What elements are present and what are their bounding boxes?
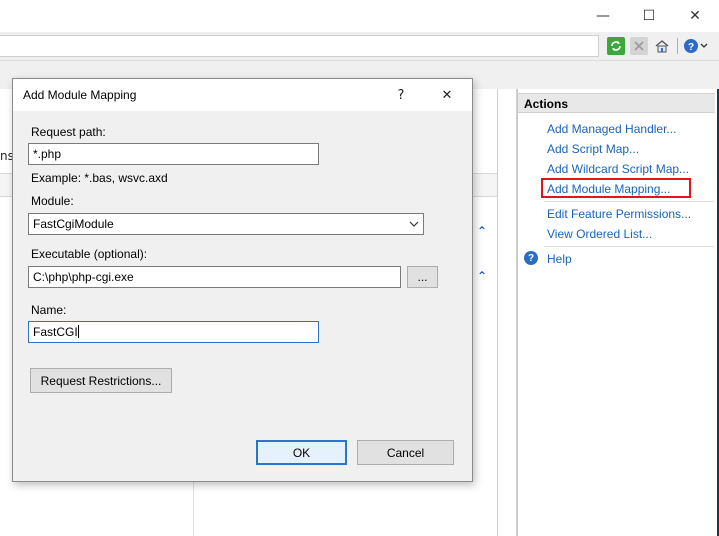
request-path-label: Request path: <box>31 125 106 139</box>
home-icon[interactable] <box>653 37 671 55</box>
executable-label: Executable (optional): <box>31 247 148 261</box>
name-input-value: FastCGI <box>33 325 78 339</box>
stop-icon[interactable] <box>630 37 648 55</box>
actions-header: Actions <box>518 93 715 113</box>
chevron-down-icon <box>409 214 419 242</box>
highlight-box <box>541 178 691 198</box>
request-path-input[interactable]: *.php <box>28 143 319 165</box>
add-managed-handler-link[interactable]: Add Managed Handler... <box>547 122 676 136</box>
close-icon: ✕ <box>689 8 701 24</box>
column-divider <box>193 479 194 536</box>
svg-text:?: ? <box>688 42 694 53</box>
add-script-map-link[interactable]: Add Script Map... <box>547 142 639 156</box>
cancel-button[interactable]: Cancel <box>357 440 454 465</box>
minimize-button[interactable]: — <box>580 0 626 32</box>
refresh-icon[interactable] <box>607 37 625 55</box>
dialog-close-button[interactable]: ✕ <box>435 85 459 105</box>
executable-input[interactable]: C:\php\php-cgi.exe <box>28 266 401 288</box>
address-bar: ? <box>0 32 719 61</box>
dialog-title: Add Module Mapping <box>23 88 137 102</box>
actions-separator <box>544 246 714 247</box>
dialog-help-button[interactable]: ? <box>389 85 413 105</box>
edit-feature-permissions-link[interactable]: Edit Feature Permissions... <box>547 207 691 221</box>
maximize-icon: ☐ <box>642 8 656 24</box>
question-icon: ? <box>397 87 405 103</box>
window-titlebar: — ☐ ✕ <box>0 0 719 32</box>
close-icon: ✕ <box>441 87 453 103</box>
module-select-value: FastCgiModule <box>33 217 114 231</box>
actions-pane: Actions Add Managed Handler... Add Scrip… <box>517 89 719 536</box>
view-ordered-list-link[interactable]: View Ordered List... <box>547 227 652 241</box>
ok-button[interactable]: OK <box>256 440 347 465</box>
add-module-mapping-dialog: Add Module Mapping ? ✕ Request path: *.p… <box>12 78 473 482</box>
help-link[interactable]: Help <box>547 252 572 266</box>
browse-button[interactable]: ... <box>407 266 438 288</box>
add-wildcard-script-map-link[interactable]: Add Wildcard Script Map... <box>547 162 689 176</box>
collapse-chevron-icon[interactable]: ⌃ <box>477 224 487 238</box>
minimize-icon: — <box>596 8 610 24</box>
request-restrictions-button[interactable]: Request Restrictions... <box>30 368 172 393</box>
maximize-button[interactable]: ☐ <box>626 0 672 32</box>
help-dropdown-icon[interactable]: ? <box>683 37 709 55</box>
dialog-titlebar: Add Module Mapping ? ✕ <box>13 79 472 111</box>
text-caret <box>77 325 79 338</box>
name-label: Name: <box>31 303 67 317</box>
collapse-chevron-icon[interactable]: ⌃ <box>477 269 487 283</box>
close-window-button[interactable]: ✕ <box>672 0 718 32</box>
module-label: Module: <box>31 194 74 208</box>
toolbar-separator <box>677 38 678 54</box>
help-icon: ? <box>524 251 538 265</box>
example-text: Example: *.bas, wsvc.axd <box>31 171 168 185</box>
actions-separator <box>544 201 714 202</box>
address-field[interactable] <box>0 35 599 57</box>
module-select[interactable]: FastCgiModule <box>28 213 424 235</box>
name-input[interactable]: FastCGI <box>28 321 319 343</box>
